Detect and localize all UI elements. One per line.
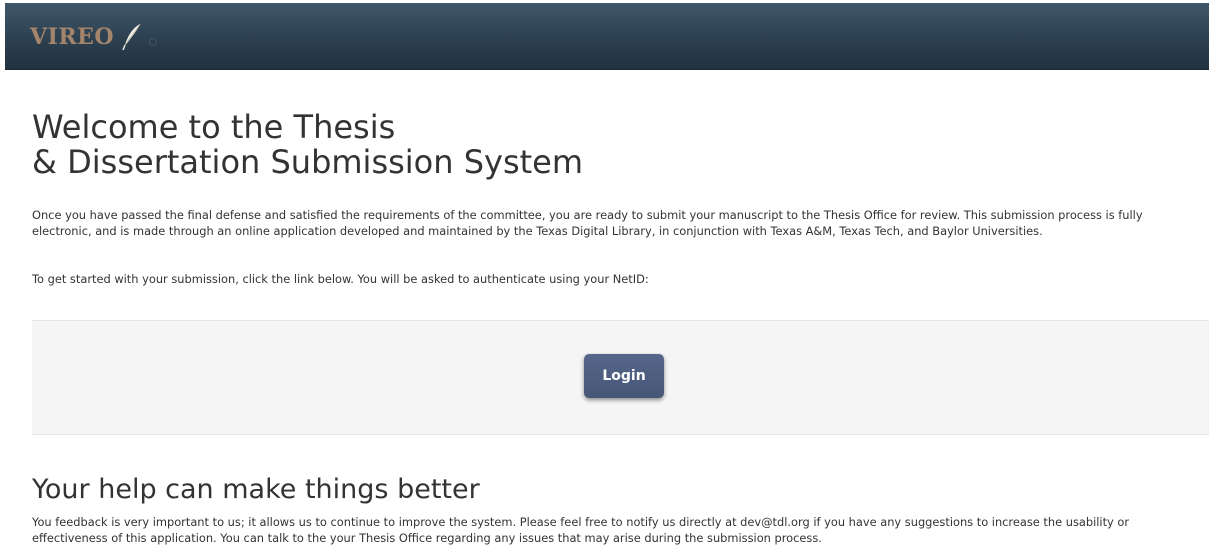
page-title-line1: Welcome to the Thesis (32, 108, 396, 146)
help-heading: Your help can make things better (32, 474, 480, 505)
page-title-line2: & Dissertation Submission System (32, 143, 584, 181)
intro-paragraph: Once you have passed the final defense a… (32, 208, 1143, 238)
page-title: Welcome to the Thesis & Dissertation Sub… (32, 110, 1202, 180)
vireo-logo[interactable]: VIREO (30, 22, 158, 52)
logo-dot-decoration (149, 38, 158, 46)
feather-icon (121, 23, 143, 51)
login-panel: Login (32, 320, 1209, 435)
logo-text: VIREO (30, 24, 115, 50)
top-header-bar: VIREO (5, 3, 1209, 70)
help-paragraph: You feedback is very important to us; it… (32, 515, 1130, 545)
login-button[interactable]: Login (584, 354, 664, 398)
welcome-section: Welcome to the Thesis & Dissertation Sub… (32, 110, 1202, 180)
login-instruction: To get started with your submission, cli… (32, 272, 649, 286)
